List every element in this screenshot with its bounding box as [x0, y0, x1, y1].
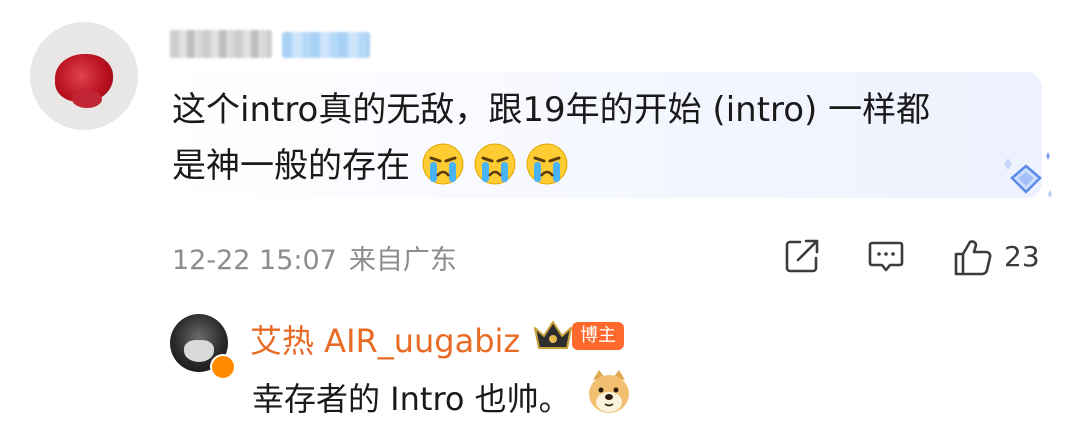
share-icon[interactable] [782, 236, 822, 276]
comment-line-1: 这个intro真的无敌，跟19年的开始 (intro) 一样都 [172, 90, 931, 130]
crying-emoji-icon [474, 143, 516, 185]
comment-meta: 12-22 15:07 来自广东 [172, 238, 457, 277]
commenter-avatar[interactable] [30, 22, 138, 130]
crying-emoji-icon [422, 143, 464, 185]
doge-emoji-icon [589, 370, 629, 413]
like-count: 23 [1004, 240, 1040, 273]
like-icon[interactable] [952, 236, 994, 278]
reply-author-name[interactable]: 艾热 AIR_uugabiz [250, 316, 520, 362]
reply-icon[interactable] [866, 236, 906, 276]
comment-line-2-text: 是神一般的存在 [172, 146, 410, 186]
commenter-name-blurred[interactable] [170, 30, 272, 58]
host-badge: 博主 [572, 322, 624, 350]
reply-text: 幸存者的 Intro 也帅。 [252, 380, 571, 418]
comment-line-2: 是神一般的存在 [172, 138, 1032, 194]
crying-emoji-icon [526, 143, 568, 185]
verified-badge [210, 354, 236, 380]
comment-text: 这个intro真的无敌，跟19年的开始 (intro) 一样都 是神一般的存在 [172, 82, 1032, 194]
commenter-badge-blurred [282, 32, 370, 58]
comment-time: 12-22 15:07 [172, 245, 337, 276]
diamond-decoration-icon [1004, 152, 1052, 198]
crown-icon [534, 321, 572, 349]
comment-location: 来自广东 [348, 245, 457, 276]
